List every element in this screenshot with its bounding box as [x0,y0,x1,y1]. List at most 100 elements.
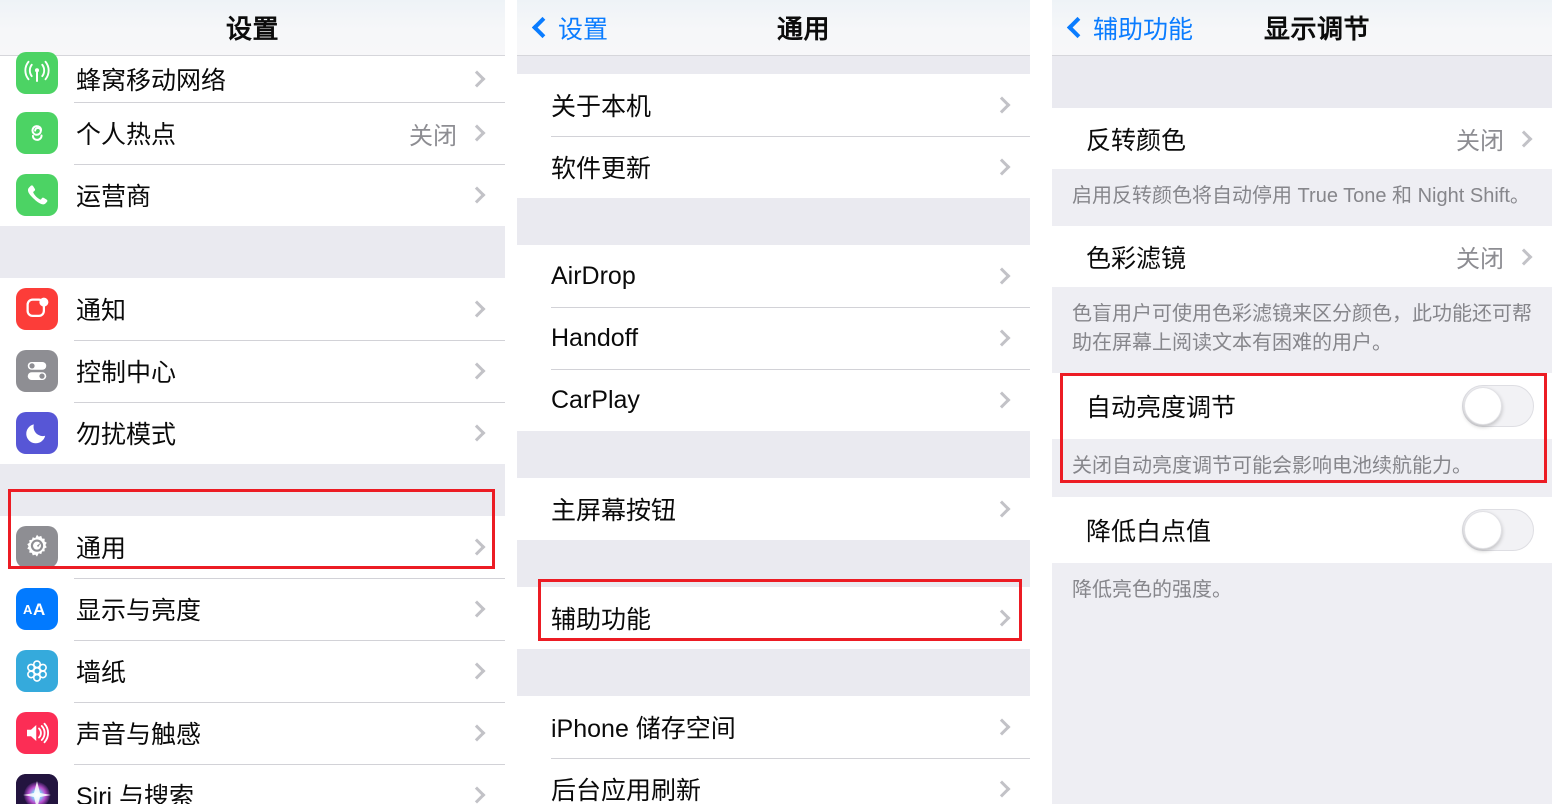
auto-brightness-toggle[interactable] [1462,385,1534,428]
back-button-accessibility[interactable]: 辅助功能 [1052,10,1193,46]
list-item-label: 墙纸 [76,659,127,687]
settings-panel: 设置 蜂窝移动网络 个人热点 关闭 运营商 通知 控制中心 勿扰模式 通用 A … [0,0,505,804]
chevron-right-icon [468,786,486,804]
toggle-knob [1464,387,1502,426]
list-item-label: 显示与亮度 [76,597,202,625]
list-item-label: CarPlay [551,385,640,414]
list-item-do-not-disturb[interactable]: 勿扰模式 [0,402,505,464]
notifications-icon [16,288,58,330]
list-item-label: 关于本机 [551,93,652,121]
phone-icon [16,174,58,216]
display-group-white-point: 降低白点值 [1052,496,1552,563]
list-item-label: 后台应用刷新 [551,777,702,804]
list-item-cellular[interactable]: 蜂窝移动网络 [0,52,505,102]
settings-navbar: 设置 [0,0,505,56]
settings-group-network: 蜂窝移动网络 个人热点 关闭 运营商 [0,52,505,226]
back-button-settings[interactable]: 设置 [517,10,608,46]
general-panel: 设置 通用 关于本机 软件更新 AirDrop Handoff CarPlay … [517,0,1030,804]
chevron-right-icon [468,362,486,380]
display-accommodations-panel: 辅助功能 显示调节 反转颜色 关闭 启用反转颜色将自动停用 True Tone … [1052,0,1552,804]
list-item-label: Handoff [551,323,639,352]
display-scroll-area[interactable]: 反转颜色 关闭 启用反转颜色将自动停用 True Tone 和 Night Sh… [1052,56,1552,804]
display-group-color-filters: 色彩滤镜 关闭 [1052,226,1552,288]
list-item-label: 辅助功能 [551,606,652,634]
footnote-reduce-white-point: 降低亮色的强度。 [1052,562,1552,793]
list-item-label: 色彩滤镜 [1086,244,1187,273]
list-item-home-button[interactable]: 主屏幕按钮 [517,478,1030,540]
general-group-home-button: 主屏幕按钮 [517,478,1030,540]
display-icon: A A [16,588,58,630]
chevron-right-icon [993,391,1011,409]
page-title: 显示调节 [1264,14,1371,44]
list-item-handoff[interactable]: Handoff [517,307,1030,369]
page-title: 设置 [225,14,279,44]
gear-icon [16,526,58,568]
list-item-label: 蜂窝移动网络 [76,67,227,95]
list-item-display-brightness[interactable]: A A 显示与亮度 [0,578,505,640]
three-panel-screenshot: 设置 蜂窝移动网络 个人热点 关闭 运营商 通知 控制中心 勿扰模式 通用 A … [0,0,1552,804]
list-item-label: 反转颜色 [1086,126,1187,155]
top-spacer [517,56,1030,74]
settings-scroll-area[interactable]: 蜂窝移动网络 个人热点 关闭 运营商 通知 控制中心 勿扰模式 通用 A A 显… [0,52,505,804]
list-item-carplay[interactable]: CarPlay [517,369,1030,431]
svg-text:A: A [23,602,33,617]
svg-text:A: A [33,600,45,619]
list-item-about[interactable]: 关于本机 [517,74,1030,136]
list-item-personal-hotspot[interactable]: 个人热点 关闭 [0,102,505,164]
list-item-label: 控制中心 [76,359,177,387]
list-item-accessibility[interactable]: 辅助功能 [517,587,1030,649]
list-item-auto-brightness[interactable]: 自动亮度调节 [1052,373,1552,440]
list-item-value: 关闭 [1456,128,1504,155]
do-not-disturb-icon [16,412,58,454]
general-scroll-area[interactable]: 关于本机 软件更新 AirDrop Handoff CarPlay 主屏幕按钮 … [517,56,1030,804]
list-item-label: 自动亮度调节 [1086,394,1237,423]
chevron-right-icon [1515,130,1533,147]
list-item-iphone-storage[interactable]: iPhone 储存空间 [517,696,1030,758]
group-spacer [517,649,1030,696]
list-item-value: 关闭 [409,122,457,150]
back-button-label: 设置 [558,15,609,44]
chevron-right-icon [993,329,1011,347]
sidebar-item-general[interactable]: 通用 [0,516,505,578]
panel-gap-2 [1030,0,1052,804]
list-item-label: 运营商 [76,183,152,211]
settings-group-system: 通知 控制中心 勿扰模式 [0,278,505,464]
list-item-carrier[interactable]: 运营商 [0,164,505,226]
list-item-airdrop[interactable]: AirDrop [517,245,1030,307]
list-item-control-center[interactable]: 控制中心 [0,340,505,402]
reduce-white-point-toggle[interactable] [1462,508,1534,551]
list-item-notifications[interactable]: 通知 [0,278,505,340]
list-item-wallpaper[interactable]: 墙纸 [0,640,505,702]
display-group-invert: 反转颜色 关闭 [1052,108,1552,169]
list-item-label: Siri 与搜索 [76,783,195,804]
list-item-software-update[interactable]: 软件更新 [517,136,1030,198]
general-group-storage: iPhone 储存空间 后台应用刷新 [517,696,1030,804]
group-spacer [517,431,1030,478]
list-item-label: 声音与触感 [76,721,202,749]
chevron-right-icon [468,186,486,204]
footnote-auto-brightness: 关闭自动亮度调节可能会影响电池续航能力。 [1052,439,1552,497]
general-group-about: 关于本机 软件更新 [517,74,1030,198]
chevron-right-icon [468,538,486,556]
chevron-right-icon [468,724,486,742]
chevron-right-icon [993,718,1011,736]
control-center-icon [16,350,58,392]
chevron-left-icon [531,16,554,39]
list-item-color-filters[interactable]: 色彩滤镜 关闭 [1052,226,1552,288]
chevron-right-icon [468,124,486,142]
list-item-reduce-white-point[interactable]: 降低白点值 [1052,496,1552,563]
chevron-right-icon [468,300,486,318]
cellular-icon [16,52,58,94]
chevron-right-icon [993,96,1011,114]
list-item-sounds-haptics[interactable]: 声音与触感 [0,702,505,764]
toggle-knob [1464,510,1502,549]
list-item-siri-search[interactable]: Siri 与搜索 [0,764,505,804]
chevron-right-icon [468,424,486,442]
chevron-right-icon [993,780,1011,798]
list-item-background-app-refresh[interactable]: 后台应用刷新 [517,758,1030,804]
display-navbar: 辅助功能 显示调节 [1052,0,1552,56]
list-item-invert-colors[interactable]: 反转颜色 关闭 [1052,108,1552,169]
list-item-label: 勿扰模式 [76,421,177,449]
chevron-left-icon [1066,16,1089,39]
list-item-label: 通知 [76,297,127,325]
